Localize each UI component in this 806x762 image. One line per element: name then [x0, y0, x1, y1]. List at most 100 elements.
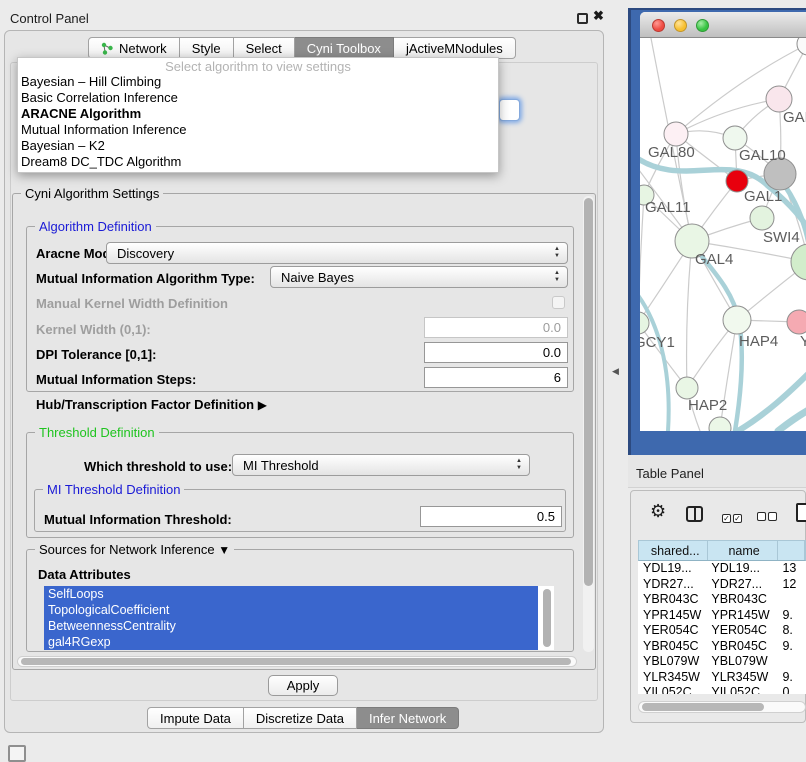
network-canvas[interactable]: GAL GAL80 GAL10 GAL1 GAL11 SWI4 GAL4 HAP… [640, 38, 806, 431]
svg-text:GAL80: GAL80 [648, 144, 695, 161]
attribute-item[interactable]: BetweennessCentrality [44, 618, 538, 634]
table-row[interactable]: YBL079WYBL079W [638, 654, 806, 670]
node-table: shared... name YDL19...YDL19...13 YDR27.… [638, 540, 806, 694]
combo-stepper-icon: ▲▼ [554, 270, 560, 284]
svg-text:GAL4: GAL4 [695, 251, 733, 268]
mi-type-combobox[interactable]: Naive Bayes ▲▼ [270, 266, 568, 288]
tab-style-label: Style [192, 41, 221, 56]
tab-discretize-data-label: Discretize Data [256, 711, 344, 726]
tab-infer-network[interactable]: Infer Network [357, 707, 459, 729]
network-view-window: GAL GAL80 GAL10 GAL1 GAL11 SWI4 GAL4 HAP… [640, 12, 806, 431]
network-node-swi4[interactable] [750, 206, 774, 230]
tab-select-label: Select [246, 41, 282, 56]
column-header-name[interactable]: name [708, 541, 778, 560]
algorithm-dropdown-popup: Select algorithm to view settings Bayesi… [17, 57, 499, 173]
tab-discretize-data[interactable]: Discretize Data [244, 707, 357, 729]
attribute-item[interactable]: TopologicalCoefficient [44, 602, 538, 618]
dropdown-item[interactable]: Bayesian – Hill Climbing [18, 74, 498, 90]
table-header-row: shared... name [638, 540, 806, 561]
svg-text:GAL: GAL [783, 109, 806, 126]
tab-cyni-toolbox-label: Cyni Toolbox [307, 41, 381, 56]
algorithm-definition-title: Algorithm Definition [35, 219, 156, 234]
network-node-gal80[interactable] [664, 122, 688, 146]
which-threshold-value: MI Threshold [243, 458, 319, 473]
network-window-titlebar[interactable] [640, 12, 806, 38]
column-header-clipped[interactable] [778, 541, 805, 560]
control-panel-title: Control Panel [10, 11, 89, 26]
data-attributes-list: SelfLoops TopologicalCoefficient Between… [44, 586, 554, 650]
cyni-algorithm-settings-title: Cyni Algorithm Settings [21, 186, 163, 201]
algorithm-combobox-fragment[interactable] [499, 99, 520, 121]
minimize-traffic-light[interactable] [674, 19, 687, 32]
gear-icon[interactable]: ⚙ [650, 501, 666, 522]
settings-hscroll-thumb[interactable] [21, 658, 571, 665]
network-node-hap2[interactable] [676, 377, 698, 399]
table-row[interactable]: YDL19...YDL19...13 [638, 561, 806, 577]
network-node[interactable] [797, 38, 806, 55]
tab-jactivemnodules-label: jActiveMNodules [406, 41, 503, 56]
tab-cyni-toolbox[interactable]: Cyni Toolbox [295, 37, 394, 59]
table-row[interactable]: YBR043CYBR043C [638, 592, 806, 608]
aracne-mode-value: Discovery [117, 246, 174, 261]
tab-network[interactable]: Network [88, 37, 180, 59]
network-node-y[interactable] [787, 310, 806, 334]
table-body: YDL19...YDL19...13 YDR27...YDR27...12 YB… [638, 561, 806, 694]
select-all-checkboxes-icon[interactable]: ✓✓ [722, 508, 744, 526]
network-tab-icon [101, 42, 114, 55]
dropdown-item[interactable]: Bayesian – K2 [18, 138, 498, 154]
svg-text:SWI4: SWI4 [763, 229, 800, 246]
dropdown-item[interactable]: Dream8 DC_TDC Algorithm [18, 154, 498, 170]
table-row[interactable]: YLR345WYLR345W9. [638, 670, 806, 686]
new-table-icon[interactable] [796, 503, 806, 522]
mi-threshold-label: Mutual Information Threshold: [44, 512, 232, 527]
mi-type-value: Naive Bayes [281, 270, 354, 285]
manual-kernel-checkbox[interactable] [552, 296, 565, 309]
table-row[interactable]: YER054CYER054C8. [638, 623, 806, 639]
table-row[interactable]: YDR27...YDR27...12 [638, 577, 806, 593]
control-panel-tabbar: Network Style Select Cyni Toolbox jActiv… [88, 37, 516, 59]
splitter-collapse-icon[interactable]: ◀ [612, 366, 619, 377]
tab-impute-data-label: Impute Data [160, 711, 231, 726]
tab-select[interactable]: Select [234, 37, 295, 59]
combo-stepper-icon: ▲▼ [554, 246, 560, 260]
table-hscroll-thumb[interactable] [642, 703, 764, 711]
hub-definition-expander[interactable]: Hub/Transcription Factor Definition ▶ [36, 397, 267, 412]
mi-steps-field[interactable]: 6 [424, 367, 568, 388]
combo-stepper-icon: ▲▼ [516, 458, 522, 472]
dpi-tolerance-field[interactable]: 0.0 [424, 342, 568, 363]
close-traffic-light[interactable] [652, 19, 665, 32]
settings-vscroll-thumb[interactable] [584, 198, 593, 586]
column-header-shared-name[interactable]: shared... [639, 541, 708, 560]
dropdown-item[interactable]: Basic Correlation Inference [18, 90, 498, 106]
expand-down-icon[interactable]: ▼ [218, 543, 230, 557]
attributes-list-scrollbar[interactable] [543, 589, 551, 647]
mi-threshold-field[interactable]: 0.5 [420, 506, 562, 527]
attribute-item[interactable]: gal4RGexp [44, 634, 538, 650]
kernel-width-field[interactable]: 0.0 [424, 317, 568, 338]
attribute-item[interactable]: SelfLoops [44, 586, 538, 602]
tab-network-label: Network [119, 41, 167, 56]
which-threshold-combobox[interactable]: MI Threshold ▲▼ [232, 454, 530, 476]
network-node-hap4[interactable] [723, 306, 751, 334]
mi-steps-label: Mutual Information Steps: [36, 372, 196, 387]
zoom-traffic-light[interactable] [696, 19, 709, 32]
dropdown-item[interactable]: Mutual Information Inference [18, 122, 498, 138]
close-panel-icon[interactable]: ✖ [593, 8, 604, 24]
network-node[interactable] [709, 417, 731, 431]
expand-right-icon: ▶ [258, 398, 267, 412]
apply-button-label: Apply [287, 678, 320, 693]
apply-button[interactable]: Apply [268, 675, 338, 696]
panel-grip-button[interactable] [8, 745, 26, 762]
columns-icon[interactable] [686, 506, 703, 522]
dropdown-item-selected[interactable]: ARACNE Algorithm [18, 106, 498, 122]
tab-jactivemnodules[interactable]: jActiveMNodules [394, 37, 516, 59]
table-row[interactable]: YBR045CYBR045C9. [638, 639, 806, 655]
table-row[interactable]: YPR145WYPR145W9. [638, 608, 806, 624]
tab-style[interactable]: Style [180, 37, 234, 59]
aracne-mode-combobox[interactable]: Discovery ▲▼ [106, 242, 568, 264]
table-row[interactable]: YIL052CYIL052C0. [638, 685, 806, 694]
deselect-all-checkboxes-icon[interactable] [757, 508, 779, 526]
svg-text:HAP2: HAP2 [688, 397, 727, 414]
tab-impute-data[interactable]: Impute Data [147, 707, 244, 729]
float-panel-icon[interactable] [577, 13, 588, 24]
